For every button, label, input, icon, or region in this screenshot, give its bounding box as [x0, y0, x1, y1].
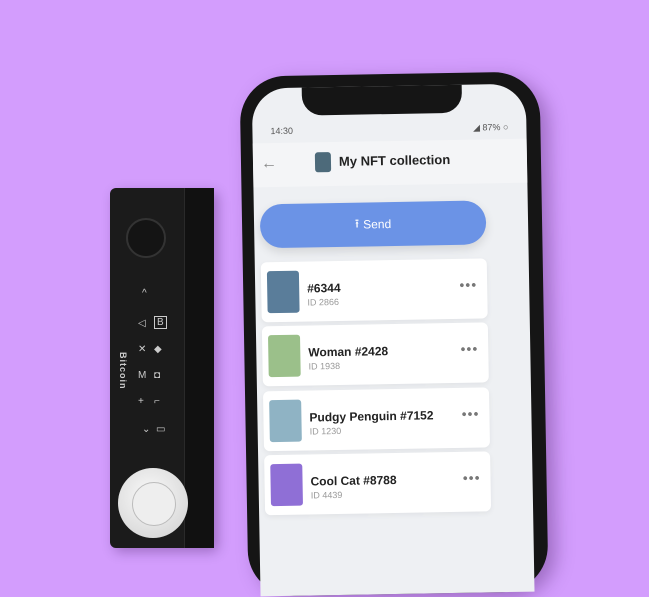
list-item[interactable]: #6344 ID 2866 •••: [260, 258, 488, 323]
app-icon: ◘: [154, 370, 161, 381]
more-icon[interactable]: •••: [459, 277, 477, 293]
nft-name: Pudgy Penguin #7152: [309, 408, 434, 425]
nft-id: ID 1230: [309, 425, 342, 437]
nft-name: #6344: [307, 280, 341, 296]
nft-id: ID 2866: [307, 296, 340, 308]
device-button[interactable]: [126, 218, 166, 258]
header: ← My NFT collection: [252, 138, 528, 188]
plus-icon: +: [138, 396, 144, 407]
bitcoin-app-icon: B: [154, 316, 167, 329]
collection-icon: [314, 152, 332, 173]
device-side: [184, 188, 214, 548]
more-icon[interactable]: •••: [462, 406, 480, 422]
page-title: My NFT collection: [338, 151, 451, 169]
nft-id: ID 1938: [308, 360, 341, 372]
device-swivel: [118, 468, 188, 538]
back-arrow-icon[interactable]: ←: [261, 155, 277, 173]
list-item[interactable]: Pudgy Penguin #7152 ID 1230 •••: [262, 387, 490, 452]
status-battery: ◢ 87% ○: [472, 121, 509, 133]
nft-thumbnail: [268, 334, 301, 378]
chevron-up-icon: ^: [142, 288, 147, 299]
nft-name: Cool Cat #8788: [310, 472, 397, 489]
app-icon: ◁: [138, 318, 146, 329]
app-icon: ✕: [138, 344, 147, 355]
phone: 14:30 ◢ 87% ○ ← My NFT collection ⭱ Send …: [239, 71, 549, 597]
list-item[interactable]: Woman #2428 ID 1938 •••: [261, 322, 489, 387]
upload-icon: ⭱: [354, 216, 360, 231]
app-icon: ◆: [154, 344, 162, 355]
notch: [301, 83, 463, 116]
app-icon: ⌐: [154, 396, 160, 407]
app-icon: M: [138, 370, 147, 381]
phone-screen: 14:30 ◢ 87% ○ ← My NFT collection ⭱ Send …: [251, 83, 535, 597]
list-item[interactable]: Cool Cat #8788 ID 4439 •••: [264, 451, 492, 516]
send-label: Send: [363, 217, 392, 232]
send-button[interactable]: ⭱ Send: [259, 200, 487, 249]
coin-label: Bitcoin: [118, 352, 128, 390]
battery-text: 87%: [482, 122, 501, 133]
device-display: ^ ◁ B ✕ ◆ M ◘ + ⌐ ⌄ ▭ Bitcoin: [118, 288, 170, 448]
chevron-down-icon: ⌄: [142, 424, 151, 435]
battery-icon: ▭: [156, 424, 166, 435]
more-icon[interactable]: •••: [463, 470, 481, 486]
nft-id: ID 4439: [310, 489, 343, 501]
nft-thumbnail: [270, 463, 303, 507]
ledger-device: ^ ◁ B ✕ ◆ M ◘ + ⌐ ⌄ ▭ Bitcoin: [110, 188, 214, 548]
more-icon[interactable]: •••: [460, 341, 478, 357]
nft-name: Woman #2428: [308, 344, 389, 360]
status-time: 14:30: [270, 125, 294, 137]
nft-thumbnail: [269, 399, 302, 443]
nft-thumbnail: [266, 270, 300, 314]
